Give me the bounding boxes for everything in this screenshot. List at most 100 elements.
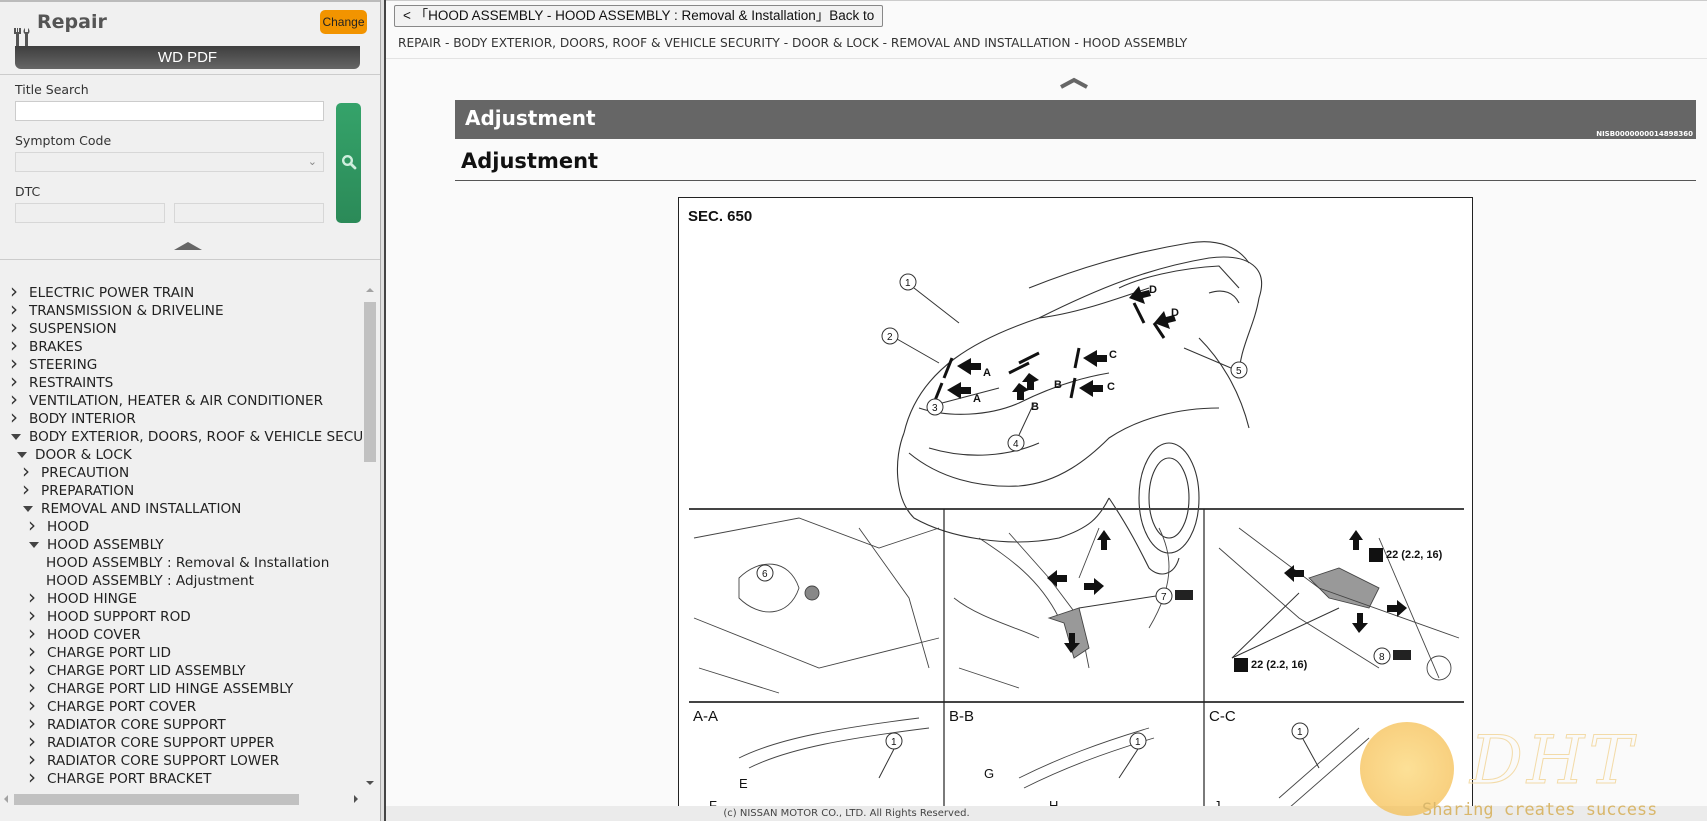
svg-text:C: C [1107, 381, 1115, 393]
panel-label-a-a: A-A [693, 708, 719, 725]
tree-item-label: HOOD ASSEMBLY : Removal & Installation [46, 555, 330, 571]
panel-label-b-b: B-B [949, 708, 975, 725]
tree-item-label: HOOD ASSEMBLY : Adjustment [46, 573, 254, 589]
svg-text:1: 1 [1297, 727, 1303, 738]
hood-adjustment-diagram: SEC. 650 A A B B C C D D 1 2 3 4 5 6 7 8… [678, 197, 1473, 806]
svg-text:G: G [984, 766, 994, 781]
navigation-tree: ELECTRIC POWER TRAIN TRANSMISSION & DRIVE… [0, 284, 362, 792]
dimension-letters: E F G H J [709, 766, 1221, 806]
adjust-tool-icon [1393, 650, 1411, 660]
torque-spec: 22 (2.2, 16) [1251, 659, 1308, 671]
caret-down-icon[interactable] [10, 428, 22, 446]
tree-item-label: VENTILATION, HEATER & AIR CONDITIONER [29, 393, 324, 409]
tree-item-label: REMOVAL AND INSTALLATION [41, 501, 242, 517]
svg-text:6: 6 [762, 569, 768, 580]
tree-item-label: TRANSMISSION & DRIVELINE [29, 303, 224, 319]
watermark-brand: DHT [1470, 722, 1637, 800]
section-title: Repair [37, 11, 107, 33]
divider [0, 259, 380, 260]
tree-item-label: RADIATOR CORE SUPPORT LOWER [47, 753, 280, 769]
torque-spec: 22 (2.2, 16) [1386, 549, 1443, 561]
collapse-search-arrow[interactable] [174, 242, 202, 250]
sidebar: Repair Change WD PDF Title Search Sympto… [0, 0, 380, 821]
back-button[interactable]: < 「HOOD ASSEMBLY - HOOD ASSEMBLY : Remov… [394, 5, 884, 27]
divider [386, 58, 1707, 59]
tree-horizontal-scrollbar[interactable] [0, 792, 362, 806]
tree-item-label: HOOD SUPPORT ROD [47, 609, 191, 625]
adjust-tool-icon [1175, 590, 1193, 600]
svg-text:3: 3 [932, 403, 938, 414]
scroll-right-arrow[interactable] [354, 795, 358, 803]
svg-text:A: A [983, 367, 991, 379]
title-search-input[interactable] [15, 101, 324, 121]
panel-label-c-c: C-C [1209, 708, 1236, 725]
scroll-to-top-icon[interactable] [1059, 77, 1089, 89]
tree-item-label: RADIATOR CORE SUPPORT UPPER [47, 735, 275, 751]
tree-item-label: STEERING [29, 357, 98, 373]
app: Repair Change WD PDF Title Search Sympto… [0, 0, 1707, 821]
svg-text:B: B [1054, 379, 1062, 391]
tools-icon [14, 28, 30, 46]
chevron-right-icon[interactable] [28, 515, 40, 536]
tree-item-label: CHARGE PORT LID HINGE ASSEMBLY [47, 681, 294, 697]
scroll-up-arrow[interactable] [366, 288, 374, 292]
dtc-input-1[interactable] [15, 203, 165, 223]
svg-text:F: F [709, 798, 717, 806]
dtc-input-2[interactable] [174, 203, 324, 223]
tree-item-label: BODY EXTERIOR, DOORS, ROOF & VEHICLE SEC… [29, 429, 362, 445]
section-header: Adjustment NISB0000000014898360 [455, 100, 1696, 139]
tree-item-label: PREPARATION [41, 483, 135, 499]
callouts: 1 2 3 4 5 [881, 273, 1248, 452]
repair-header: Repair Change WD PDF [0, 2, 380, 74]
scroll-thumb[interactable] [364, 302, 376, 462]
svg-text:4: 4 [1013, 439, 1019, 450]
scroll-thumb[interactable] [14, 794, 299, 805]
section-id: NISB0000000014898360 [1596, 130, 1693, 138]
view-letters: AA BB CC DD [973, 284, 1179, 413]
detail-callouts: 6 7 8 1 1 1 [756, 564, 1411, 779]
tree-item-label: DOOR & LOCK [35, 447, 132, 463]
symptom-code-select[interactable]: ⌄ [15, 152, 324, 172]
wd-pdf-button[interactable]: WD PDF [15, 46, 360, 69]
tree-item-label: ELECTRIC POWER TRAIN [29, 285, 195, 301]
symptom-code-label: Symptom Code [15, 133, 112, 148]
search-button[interactable] [336, 103, 361, 223]
tree-item-label: BRAKES [29, 339, 83, 355]
tree-item-label: SUSPENSION [29, 321, 117, 337]
dtc-label: DTC [15, 184, 41, 199]
tree-item-label: HOOD HINGE [47, 591, 137, 607]
svg-text:E: E [739, 776, 748, 791]
chevron-right-icon[interactable] [28, 767, 40, 788]
title-search-label: Title Search [15, 82, 89, 97]
chevron-right-icon[interactable] [10, 407, 22, 428]
svg-text:H: H [1049, 798, 1058, 806]
watermark-tagline: Sharing creates success [1422, 800, 1658, 820]
tree-item-label: HOOD COVER [47, 627, 141, 643]
subsection-title: Adjustment [461, 149, 599, 173]
tree-item-label: CHARGE PORT LID ASSEMBLY [47, 663, 246, 679]
svg-text:2: 2 [887, 332, 893, 343]
search-icon [341, 154, 357, 170]
tree-vertical-scrollbar[interactable] [363, 284, 377, 789]
section-title: Adjustment [465, 106, 596, 130]
svg-text:8: 8 [1379, 652, 1385, 663]
svg-text:J: J [1214, 798, 1221, 806]
caret-down-icon[interactable] [28, 536, 40, 554]
chevron-down-icon: ⌄ [307, 155, 317, 168]
svg-text:1: 1 [891, 737, 897, 748]
svg-text:C: C [1109, 349, 1117, 361]
scroll-down-arrow[interactable] [366, 781, 374, 785]
tree-item-label: PRECAUTION [41, 465, 130, 481]
tree-item-label: HOOD ASSEMBLY [47, 537, 164, 553]
breadcrumb: REPAIR - BODY EXTERIOR, DOORS, ROOF & VE… [398, 36, 1188, 50]
car-front-illustration [896, 241, 1263, 575]
svg-text:D: D [1149, 284, 1157, 296]
chevron-right-icon[interactable] [22, 479, 34, 500]
svg-text:D: D [1171, 307, 1179, 319]
scroll-left-arrow[interactable] [4, 795, 8, 803]
tree-item-label: RADIATOR CORE SUPPORT [47, 717, 226, 733]
change-button[interactable]: Change [320, 10, 367, 34]
diagram-drawing: AA BB CC DD 1 2 3 4 5 6 7 8 1 1 1 E G [689, 241, 1464, 806]
svg-text:7: 7 [1161, 592, 1167, 603]
tree-item-label: CHARGE PORT LID [47, 645, 171, 661]
